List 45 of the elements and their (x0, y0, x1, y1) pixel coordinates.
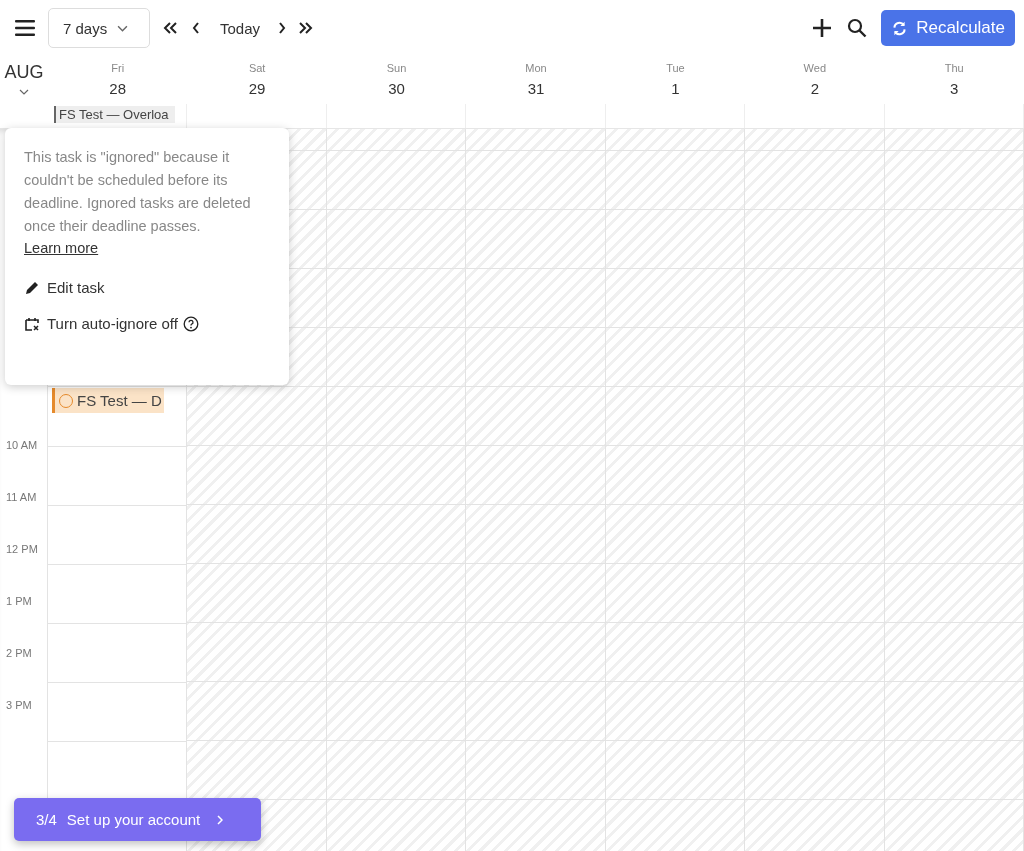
time-label: 1 PM (5, 595, 33, 607)
date-number[interactable]: 2 (810, 80, 819, 97)
chevron-right-icon (217, 814, 224, 825)
weekday-label: Mon (525, 62, 547, 74)
chevron-right-icon[interactable] (278, 21, 287, 35)
date-number[interactable]: 1 (671, 80, 680, 97)
double-chevron-right-icon[interactable] (298, 21, 315, 35)
weekday-label: Sat (248, 62, 266, 74)
menu-item[interactable]: Edit task (47, 279, 105, 296)
onboarding-button[interactable]: 3/4 Set up your account (14, 798, 261, 841)
time-label: 2 PM (5, 647, 33, 659)
today-button[interactable]: Today (212, 19, 269, 37)
weekday-label: Fri (111, 62, 125, 74)
task-event[interactable]: FS Test — D (52, 388, 165, 413)
time-label: 10 AM (5, 439, 39, 451)
all-day-event[interactable]: FS Test — Overloa (54, 106, 175, 123)
time-label: 12 PM (5, 543, 39, 555)
date-number[interactable]: 29 (248, 80, 266, 97)
menu-item[interactable]: Turn auto-ignore off (47, 315, 178, 332)
plus-icon[interactable] (812, 18, 833, 38)
date-number[interactable]: 31 (527, 80, 545, 97)
recalculate-button[interactable]: Recalculate (881, 10, 1015, 46)
weekday-label: Tue (666, 62, 685, 74)
pencil-icon (24, 279, 40, 296)
weekday-label: Wed (803, 62, 827, 74)
view-select[interactable]: 7 days (48, 8, 150, 48)
weekday-label: Thu (944, 62, 964, 74)
calendar-x-icon (24, 315, 40, 332)
chevron-left-icon[interactable] (192, 21, 200, 35)
search-icon[interactable] (847, 18, 868, 38)
date-number[interactable]: 30 (388, 80, 405, 97)
date-number[interactable]: 28 (109, 80, 127, 97)
time-label: 11 AM (5, 491, 38, 503)
chevron-down-icon (117, 24, 129, 32)
month-label[interactable]: AUG (4, 62, 44, 83)
learn-more-link[interactable]: Learn more (24, 238, 99, 258)
popover-message: This task is "ignored" because it couldn't be scheduled before its deadline. Ignored tasks are deleted once their deadline passes. (24, 148, 252, 236)
refresh-icon (891, 19, 909, 37)
date-number[interactable]: 3 (950, 80, 959, 97)
weekday-label: Sun (386, 62, 407, 74)
chevron-down-icon[interactable] (19, 89, 29, 95)
menu-icon[interactable] (15, 20, 35, 36)
time-label: 3 PM (5, 699, 33, 711)
double-chevron-left-icon[interactable] (162, 21, 178, 35)
help-icon[interactable] (182, 315, 199, 332)
